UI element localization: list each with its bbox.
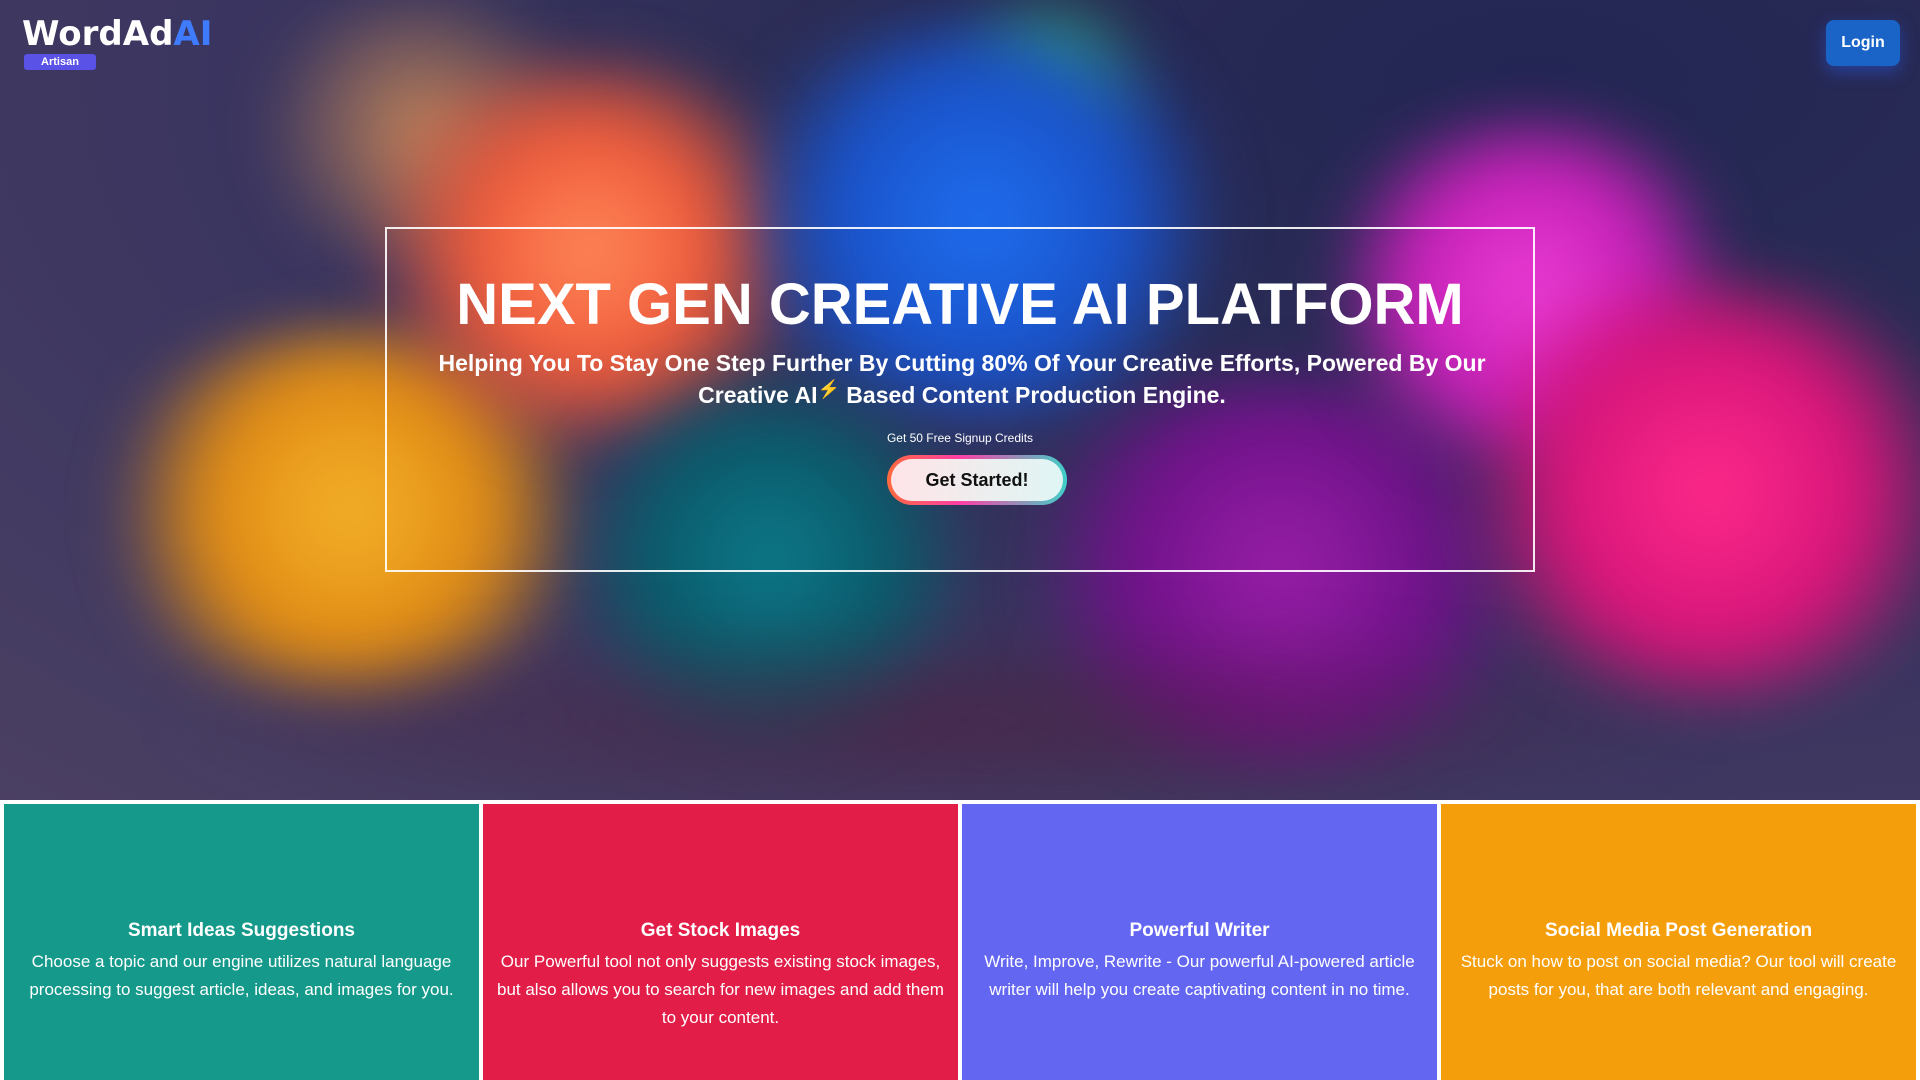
feature-card: Social Media Post Generation Stuck on ho…: [1441, 804, 1916, 1080]
feature-card-text: Our Powerful tool not only suggests exis…: [497, 952, 944, 1027]
feature-card-text: Stuck on how to post on social media? Ou…: [1460, 952, 1897, 999]
hero-content-box: NEXT GEN CREATIVE AI PLATFORM Helping Yo…: [385, 227, 1535, 572]
feature-card-title: Smart Ideas Suggestions: [127, 920, 355, 941]
hero-subtitle: Helping You To Stay One Step Further By …: [405, 347, 1519, 413]
feature-card: Get Stock Images Our Powerful tool not o…: [483, 804, 958, 1080]
feature-card-title: Powerful Writer: [1129, 920, 1270, 941]
login-button[interactable]: Login: [1826, 20, 1900, 66]
feature-card-title: Get Stock Images: [640, 920, 801, 941]
feature-card-text: Write, Improve, Rewrite - Our powerful A…: [984, 952, 1415, 999]
feature-card: Powerful Writer Write, Improve, Rewrite …: [962, 804, 1437, 1080]
features-section: Smart Ideas Suggestions Choose a topic a…: [0, 800, 1920, 1080]
get-started-button-frame: Get Started!: [887, 455, 1067, 505]
brand-logo-main: WordAd: [22, 14, 174, 54]
hero-section: WordAdAI Artisan Login NEXT GEN CREATIVE…: [0, 0, 1920, 800]
brand-logo-accent: AI: [173, 14, 213, 54]
get-started-button[interactable]: Get Started!: [891, 459, 1063, 501]
hero-title: NEXT GEN CREATIVE AI PLATFORM: [456, 272, 1464, 337]
feature-card-text: Choose a topic and our engine utilizes n…: [29, 952, 454, 999]
lightning-bolt-icon: ⚡: [817, 379, 840, 399]
signup-credits-note: Get 50 Free Signup Credits: [886, 431, 1034, 445]
plan-badge: Artisan: [24, 54, 96, 70]
hero-subtitle-text-end: Based Content Production Engine.: [839, 382, 1226, 408]
brand-logo[interactable]: WordAdAI: [22, 14, 212, 54]
feature-card-title: Social Media Post Generation: [1544, 920, 1813, 941]
feature-card: Smart Ideas Suggestions Choose a topic a…: [4, 804, 479, 1080]
